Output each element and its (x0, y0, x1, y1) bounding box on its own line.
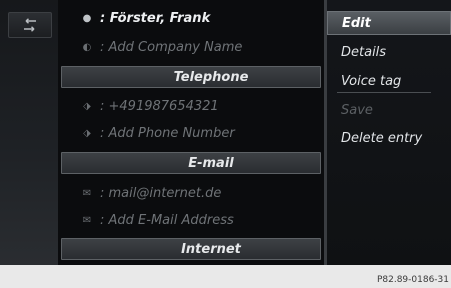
section-header-email: E-mail (61, 152, 321, 174)
list-item-label: : +491987654321 (100, 98, 219, 114)
section-header-telephone: Telephone (61, 66, 321, 88)
section-header-internet: Internet (61, 238, 321, 260)
section-header-label: E-mail (188, 155, 234, 171)
list-item-name[interactable]: ● : Förster, Frank (58, 5, 324, 31)
figure-caption: P82.89-0186-31 (376, 275, 449, 285)
menu-item-voice-tag[interactable]: Voice tag (327, 69, 451, 93)
menu-item-label: Edit (342, 15, 371, 31)
contact-list: ● : Förster, Frank ◐ : Add Company Name … (58, 0, 324, 265)
list-item-label: : Add Company Name (100, 39, 243, 55)
menu-item-details[interactable]: Details (327, 40, 451, 64)
list-item-label: : Förster, Frank (100, 10, 211, 26)
list-item-label: : Add E-Mail Address (100, 212, 234, 228)
section-header-label: Internet (181, 241, 241, 257)
company-icon: ◐ (82, 41, 92, 53)
menu-item-label: Voice tag (341, 73, 402, 89)
list-item-email[interactable]: ✉ : mail@internet.de (58, 180, 324, 206)
person-icon: ● (82, 12, 92, 24)
menu-item-label: Details (341, 44, 387, 60)
phone-icon: ⬗ (83, 100, 91, 112)
options-menu: Edit Details Voice tag Save Delete entry (327, 0, 451, 265)
list-item-phone[interactable]: ⬗ : +491987654321 (58, 93, 324, 119)
back-button[interactable] (8, 12, 52, 38)
email-icon: ✉ (82, 187, 92, 199)
menu-item-delete-entry[interactable]: Delete entry (327, 126, 451, 150)
menu-item-label: Delete entry (341, 130, 423, 146)
back-arrow-icon (24, 18, 36, 32)
section-header-label: Telephone (173, 69, 249, 85)
menu-item-label: Save (341, 102, 373, 118)
email-icon: ✉ (82, 214, 92, 226)
phone-icon: ⬗ (83, 127, 91, 139)
list-item-company[interactable]: ◐ : Add Company Name (58, 34, 324, 60)
list-item-add-phone[interactable]: ⬗ : Add Phone Number (58, 120, 324, 146)
screen: ● : Förster, Frank ◐ : Add Company Name … (0, 0, 451, 265)
list-item-label: : Add Phone Number (100, 125, 235, 141)
list-item-add-email[interactable]: ✉ : Add E-Mail Address (58, 207, 324, 233)
left-strip (0, 0, 58, 265)
list-item-label: : mail@internet.de (100, 185, 222, 201)
menu-item-edit[interactable]: Edit (327, 11, 451, 35)
menu-item-save[interactable]: Save (327, 98, 451, 122)
